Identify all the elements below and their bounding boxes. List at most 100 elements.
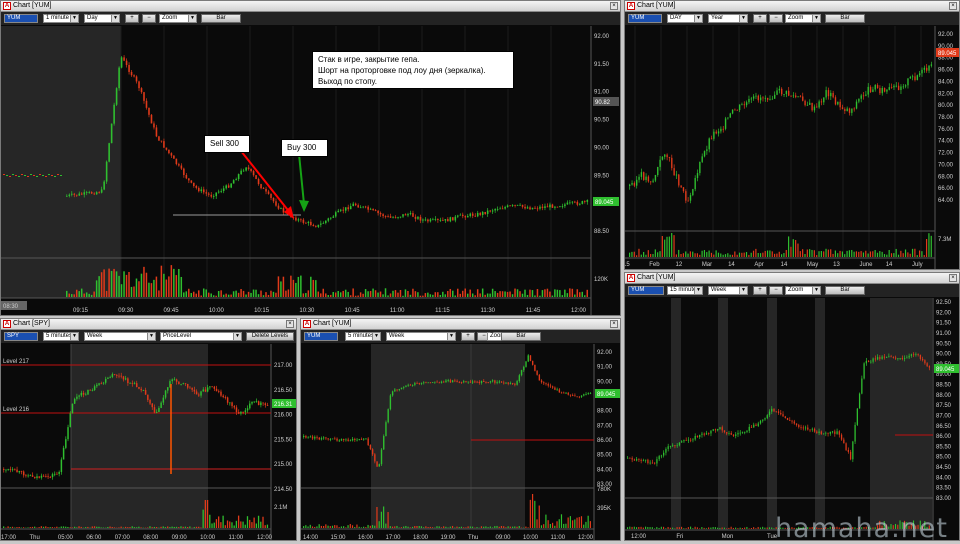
price-bar bbox=[225, 397, 227, 398]
interval-select[interactable]: 5 minutes▼ bbox=[345, 332, 381, 341]
price-axis-label: 80.00 bbox=[938, 103, 954, 109]
zoom-in-button[interactable]: + bbox=[125, 14, 139, 23]
volume-bar bbox=[243, 291, 245, 297]
zoom-in-button[interactable]: + bbox=[461, 332, 475, 341]
price-bar bbox=[579, 204, 581, 205]
titlebar[interactable]: A Chart [YUM] × bbox=[301, 319, 620, 330]
zoom-out-button[interactable]: − bbox=[769, 14, 783, 23]
session-shade bbox=[815, 298, 825, 530]
bar-style-button[interactable]: Bar bbox=[501, 332, 541, 341]
titlebar[interactable]: A Chart [YUM] × bbox=[625, 273, 959, 284]
interval-select[interactable]: 5 minutes▼ bbox=[43, 332, 79, 341]
volume-bar bbox=[762, 253, 763, 257]
price-bar bbox=[267, 405, 269, 406]
main-price-chart[interactable]: 92.0091.5091.0090.5090.0089.5089.0088.50… bbox=[1, 26, 620, 316]
price-bar bbox=[320, 224, 322, 225]
price-bar bbox=[870, 87, 871, 92]
volume-bar bbox=[647, 527, 648, 529]
volume-bar bbox=[255, 290, 257, 297]
symbol-input[interactable]: SPY bbox=[4, 332, 38, 341]
daily-price-chart[interactable]: 92.0090.0088.0086.0084.0082.0080.0078.00… bbox=[625, 26, 959, 270]
volume-bar bbox=[208, 293, 210, 297]
zoom-out-button[interactable]: − bbox=[769, 286, 783, 295]
price-axis-label: 92.50 bbox=[936, 300, 952, 306]
volume-bar bbox=[161, 266, 163, 297]
close-icon[interactable]: × bbox=[949, 2, 957, 10]
session-shade bbox=[71, 344, 208, 529]
volume-bar bbox=[156, 277, 158, 297]
price-bar bbox=[886, 90, 887, 92]
bar-style-button[interactable]: Bar bbox=[825, 14, 865, 23]
price-bar bbox=[906, 358, 907, 359]
volume-bar bbox=[676, 254, 677, 257]
period-select[interactable]: Year▼ bbox=[708, 14, 748, 23]
bar-style-button[interactable]: Bar bbox=[825, 286, 865, 295]
price-bar bbox=[350, 440, 351, 441]
close-icon[interactable]: × bbox=[610, 320, 618, 328]
symbol-input[interactable]: YUM bbox=[628, 14, 662, 23]
price-bar bbox=[907, 78, 908, 85]
close-icon[interactable]: × bbox=[949, 274, 957, 282]
price-bar bbox=[706, 149, 707, 151]
interval-select[interactable]: 1 minute▼ bbox=[43, 14, 79, 23]
volume-bar bbox=[731, 527, 732, 529]
titlebar[interactable]: A Chart [YUM] × bbox=[1, 1, 620, 12]
bar-style-button[interactable]: Bar bbox=[201, 14, 241, 23]
symbol-input[interactable]: YUM bbox=[304, 332, 338, 341]
volume-bar bbox=[669, 237, 670, 257]
titlebar[interactable]: A Chart [SPY] × bbox=[1, 319, 296, 330]
price-bar bbox=[283, 208, 285, 213]
volume-bar bbox=[903, 253, 904, 257]
zoom-out-button[interactable]: − bbox=[142, 14, 156, 23]
tool-select[interactable]: PriceLevel▼ bbox=[160, 332, 242, 341]
time-axis-label: 11:00 bbox=[229, 535, 244, 541]
close-icon[interactable]: × bbox=[286, 320, 294, 328]
price-bar bbox=[325, 221, 327, 223]
interval-select[interactable]: 15 minutes▼ bbox=[667, 286, 703, 295]
volume-bar bbox=[380, 292, 382, 297]
close-icon[interactable]: × bbox=[610, 2, 618, 10]
price-bar bbox=[470, 382, 471, 383]
volume-bar bbox=[205, 500, 206, 528]
volume-bar bbox=[238, 516, 239, 528]
volume-bar bbox=[590, 521, 591, 528]
volume-bar bbox=[674, 528, 675, 529]
yum-15min-price-chart[interactable]: 92.5092.0091.5091.0090.5090.0089.5089.00… bbox=[625, 298, 959, 541]
interval-select[interactable]: DAY▼ bbox=[667, 14, 703, 23]
symbol-input[interactable]: YUM bbox=[628, 286, 664, 295]
yum-5min-price-chart[interactable]: 92.0091.0090.0089.0088.0087.0086.0085.00… bbox=[301, 344, 620, 541]
volume-bar bbox=[832, 254, 833, 257]
zoom-select[interactable]: Zoom▼ bbox=[785, 286, 821, 295]
price-bar bbox=[174, 379, 176, 380]
volume-bar bbox=[106, 291, 108, 297]
period-select[interactable]: Week▼ bbox=[84, 332, 156, 341]
period-select[interactable]: Week▼ bbox=[708, 286, 748, 295]
zoom-in-button[interactable]: + bbox=[753, 286, 767, 295]
volume-bar bbox=[432, 295, 434, 297]
price-bar bbox=[295, 218, 297, 221]
volume-bar bbox=[260, 291, 262, 297]
price-bar bbox=[485, 382, 486, 383]
volume-bar bbox=[549, 292, 551, 297]
spy-price-chart[interactable]: Level 217Level 216217.00216.50216.00215.… bbox=[1, 344, 296, 541]
volume-bar bbox=[652, 527, 653, 529]
volume-bar bbox=[856, 251, 857, 257]
period-select[interactable]: Day▼ bbox=[84, 14, 120, 23]
volume-bar bbox=[482, 289, 484, 297]
volume-bar bbox=[825, 249, 826, 257]
volume-bar bbox=[664, 240, 665, 257]
zoom-select[interactable]: Zoom▼ bbox=[785, 14, 821, 23]
volume-bar bbox=[263, 295, 265, 297]
volume-bar bbox=[697, 527, 698, 529]
symbol-input[interactable]: YUM bbox=[4, 14, 38, 23]
price-bar bbox=[904, 358, 905, 359]
volume-bar bbox=[321, 526, 322, 528]
period-select[interactable]: Week▼ bbox=[386, 332, 456, 341]
zoom-select[interactable]: Zoom▼ bbox=[159, 14, 197, 23]
price-bar bbox=[732, 110, 733, 114]
price-bar bbox=[61, 460, 63, 472]
price-bar bbox=[158, 408, 160, 412]
delete-levels-button[interactable]: Delete Levels bbox=[246, 332, 294, 341]
titlebar[interactable]: A Chart [YUM] × bbox=[625, 1, 959, 12]
zoom-in-button[interactable]: + bbox=[753, 14, 767, 23]
